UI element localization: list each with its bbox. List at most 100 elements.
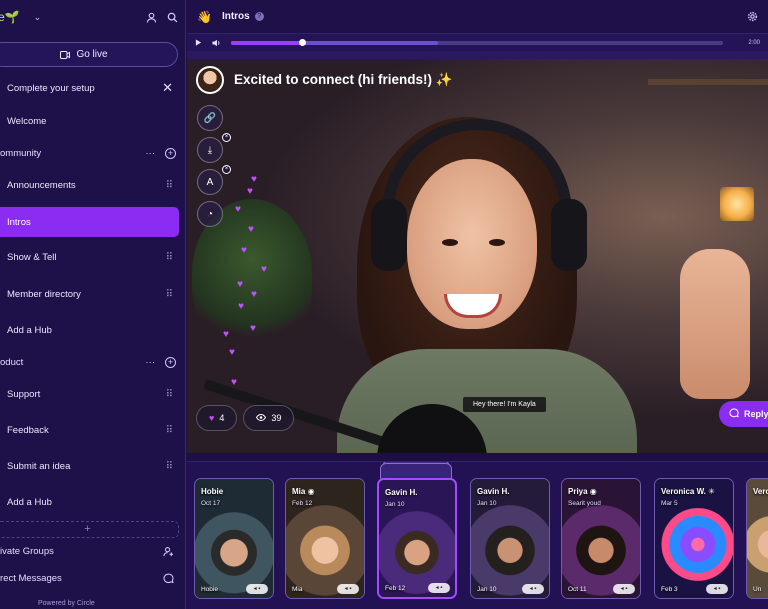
- more-icon[interactable]: ···: [146, 357, 156, 368]
- close-icon[interactable]: ×: [222, 133, 231, 142]
- progress-fill: [231, 40, 303, 45]
- progress-slider[interactable]: [231, 38, 723, 46]
- card-caption: Feb 12: [385, 585, 406, 592]
- card-caption: Jan 10: [477, 586, 497, 593]
- post-heading: Excited to connect (hi friends!) ✨: [196, 66, 453, 94]
- intro-card[interactable]: Vero Un: [746, 478, 768, 599]
- card-photo: [655, 479, 733, 598]
- sidebar-item-label: Announcements: [7, 179, 76, 191]
- section-community[interactable]: ommunity ··· +: [0, 142, 182, 164]
- sidebar-item-announcements[interactable]: Announcements ⠿: [0, 170, 180, 200]
- drag-handle-icon[interactable]: ⠿: [166, 389, 173, 400]
- powered-by[interactable]: Powered by Circle: [38, 600, 95, 607]
- drag-handle-icon[interactable]: ⠿: [166, 425, 173, 436]
- more-icon[interactable]: ···: [146, 148, 156, 159]
- sidebar-item-direct-messages[interactable]: rect Messages: [0, 568, 182, 588]
- chevron-down-icon[interactable]: ⌄: [34, 12, 42, 23]
- heart-icon: ♥: [251, 174, 257, 185]
- drag-handle-icon[interactable]: ⠿: [166, 252, 173, 263]
- video-frame[interactable]: Excited to connect (hi friends!) ✨ 🔗 ⤓ ×…: [187, 51, 768, 453]
- sidebar-header: e🌱 ⌄: [0, 0, 185, 34]
- sidebar-item-label: Member directory: [7, 288, 81, 300]
- intro-card[interactable]: Priya ◉ Searit youd Oct 11 ◂ ▪: [561, 478, 641, 599]
- card-caption: Un: [753, 586, 762, 593]
- link-button[interactable]: 🔗: [197, 105, 223, 131]
- like-button[interactable]: ♥ 4: [196, 405, 238, 431]
- sidebar-item-setup[interactable]: Complete your setup ✕: [0, 73, 180, 103]
- sidebar-item-feedback[interactable]: Feedback ⠿: [0, 415, 180, 445]
- user-icon[interactable]: [146, 12, 157, 23]
- play-pill[interactable]: ◂ ▪: [613, 584, 635, 594]
- add-circle-icon[interactable]: +: [165, 356, 176, 368]
- heart-icon: ♥: [209, 413, 215, 423]
- volume-icon[interactable]: [212, 39, 221, 47]
- heart-icon: ♥: [229, 347, 235, 358]
- shelf: [648, 79, 768, 85]
- section-product[interactable]: oduct ··· +: [0, 351, 182, 373]
- drag-handle-icon[interactable]: ⠿: [166, 180, 173, 191]
- sidebar-item-member-directory[interactable]: Member directory ⠿: [0, 279, 180, 309]
- page-title: Intros: [221, 11, 250, 22]
- sidebar-item-welcome[interactable]: Welcome: [0, 106, 180, 136]
- card-name: Gavin H.: [477, 487, 510, 496]
- close-icon[interactable]: ✕: [162, 80, 173, 96]
- sidebar-item-private-groups[interactable]: ivate Groups: [0, 541, 182, 561]
- sidebar-item-add-hub-2[interactable]: Add a Hub: [0, 487, 180, 517]
- add-circle-icon[interactable]: +: [165, 147, 176, 159]
- drag-handle-icon[interactable]: ⠿: [166, 289, 173, 300]
- sidebar-item-label: Feedback: [7, 424, 49, 436]
- sidebar-item-submit-idea[interactable]: Submit an idea ⠿: [0, 451, 180, 481]
- play-pill[interactable]: ◂ ▪: [706, 584, 728, 594]
- video-caption: Hey there! I'm Kayla: [463, 397, 546, 412]
- sidebar-item-add-hub[interactable]: Add a Hub: [0, 315, 180, 345]
- download-button[interactable]: ⤓ ×: [197, 133, 231, 163]
- community-logo-icon[interactable]: e🌱: [0, 10, 20, 24]
- play-pill[interactable]: ◂ ▪: [246, 584, 268, 594]
- chart-button[interactable]: ◔: [197, 201, 223, 227]
- reply-button[interactable]: Reply: [719, 401, 768, 427]
- sidebar-item-show-and-tell[interactable]: Show & Tell ⠿: [0, 242, 180, 272]
- drag-handle-icon[interactable]: ⠿: [166, 461, 173, 472]
- video-icon: [60, 50, 71, 59]
- intro-card[interactable]: Mia ◉ Feb 12 Mia ◂ ▪: [285, 478, 365, 599]
- info-icon[interactable]: ?: [254, 12, 264, 21]
- sidebar-item-label: Add a Hub: [7, 324, 52, 336]
- play-pill[interactable]: ◂ ▪: [428, 583, 450, 593]
- setup-label: Complete your setup: [7, 82, 95, 94]
- sparkle-icon: ✨: [435, 72, 453, 87]
- progress-knob[interactable]: [299, 38, 307, 46]
- play-pill[interactable]: ◂ ▪: [522, 584, 544, 594]
- intro-card[interactable]: Gavin H. Jan 10 Jan 10 ◂ ▪: [470, 478, 550, 599]
- gear-icon[interactable]: [747, 11, 758, 22]
- sidebar-item-support[interactable]: Support ⠿: [0, 379, 180, 409]
- add-user-icon[interactable]: [163, 546, 174, 557]
- post-title: Excited to connect (hi friends!) ✨: [234, 72, 453, 88]
- card-name: Veronica W. ✳: [661, 487, 715, 496]
- card-photo: [562, 479, 640, 598]
- heart-icon: ♥: [250, 323, 256, 334]
- avatar[interactable]: [196, 66, 224, 94]
- chat-icon[interactable]: [163, 573, 174, 584]
- add-section-button[interactable]: +: [0, 521, 179, 538]
- play-icon[interactable]: [195, 39, 202, 46]
- heart-icon: ♥: [231, 377, 237, 388]
- intro-card-active[interactable]: Gavin H. Jan 10 Feb 12 ◂ ▪: [377, 478, 457, 599]
- search-icon[interactable]: [167, 12, 178, 23]
- section-community-label: ommunity: [0, 147, 42, 159]
- heart-icon: ♥: [235, 204, 241, 215]
- heart-icon: ♥: [223, 329, 229, 340]
- card-date: Jan 10: [477, 500, 497, 507]
- views-badge[interactable]: 39: [243, 405, 295, 431]
- go-live-button[interactable]: Go live: [0, 42, 178, 67]
- reactions: ♥ 4 39: [196, 405, 295, 431]
- heart-icon: ♥: [241, 245, 247, 256]
- card-date: Jan 10: [385, 501, 405, 508]
- intro-card[interactable]: Hobie Oct 17 Hobie ◂ ▪: [194, 478, 274, 599]
- card-date: Searit youd: [568, 500, 601, 507]
- close-icon[interactable]: ×: [222, 165, 231, 174]
- text-button[interactable]: A ×: [197, 165, 231, 195]
- sidebar-item-intros[interactable]: Intros: [0, 207, 179, 237]
- play-pill[interactable]: ◂ ▪: [337, 584, 359, 594]
- sidebar-item-label: Intros: [7, 216, 31, 228]
- intro-card[interactable]: Veronica W. ✳ Mar 5 Feb 3 ◂ ▪: [654, 478, 734, 599]
